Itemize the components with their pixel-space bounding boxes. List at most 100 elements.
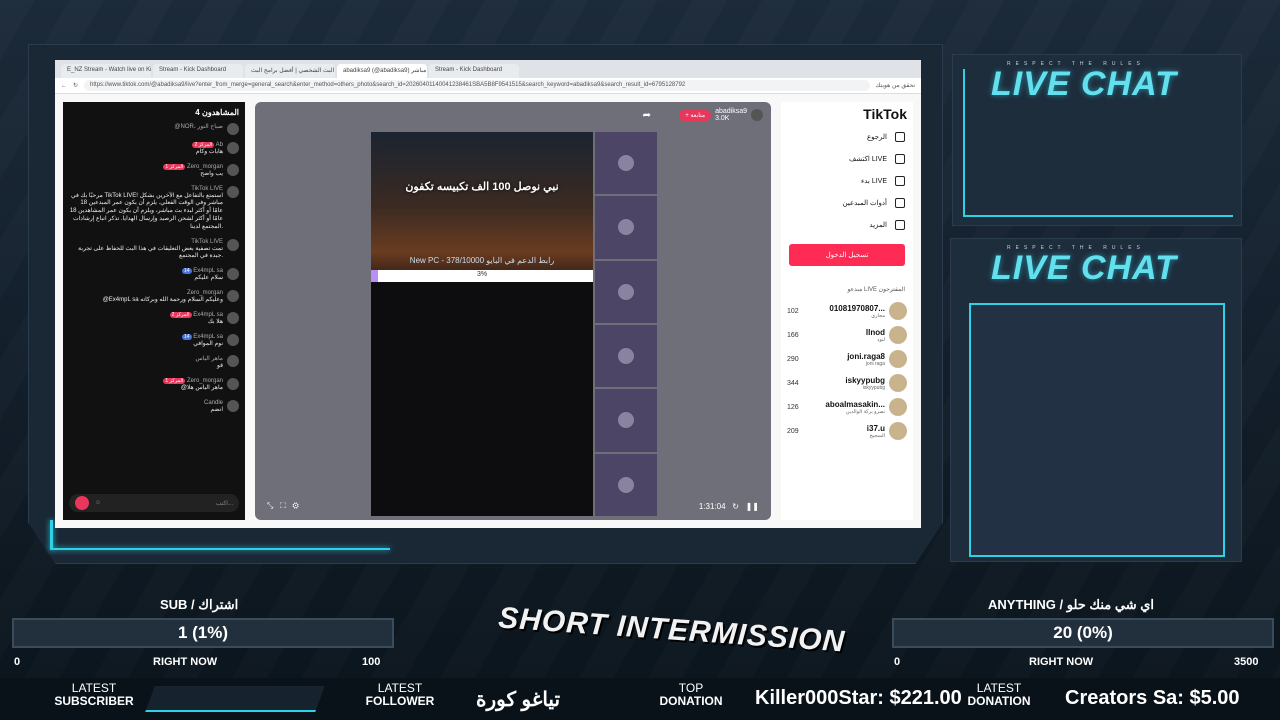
chat-message: المركز 1 Zero_morgan @ماهر الياس هلا <box>69 378 239 393</box>
chat-frame <box>969 303 1225 557</box>
chat-text: @ماهر الياس هلا <box>180 385 223 392</box>
sub-goal-now: RIGHT NOW <box>153 656 218 668</box>
chat-username[interactable]: TikTok LIVE <box>69 239 223 245</box>
live-icon <box>895 154 905 164</box>
address-input[interactable]: https://www.tiktok.com/@abadiksa9/live?e… <box>84 80 870 91</box>
chat-username[interactable]: ماهر الياس <box>69 355 223 362</box>
reload-icon[interactable]: ↻ <box>73 82 78 89</box>
browser-tab[interactable]: Stream - Kick Dashboard <box>429 64 519 78</box>
nav-back[interactable]: الرجوع <box>781 126 913 148</box>
back-icon[interactable]: ← <box>61 83 67 89</box>
guest-slot[interactable] <box>595 324 657 388</box>
suggested-creator[interactable]: 209 i37.u السحيح <box>781 419 913 443</box>
avatar[interactable] <box>227 378 239 391</box>
chat-username[interactable]: Candle <box>69 400 223 406</box>
anything-goal-max: 3500 <box>1234 656 1259 668</box>
avatar <box>889 302 907 320</box>
back-arrow-icon <box>895 132 905 142</box>
chat-username[interactable]: المركز 2 Ex4mpL sa <box>69 311 223 318</box>
fullscreen-icon[interactable]: ⛶ <box>280 501 286 510</box>
chat-username[interactable]: @NOR، صباح النور <box>69 123 223 130</box>
chat-frame <box>963 69 1233 217</box>
live-chat-box-bottom: RESPECT THE RULES LIVE CHAT <box>950 238 1242 562</box>
heart-icon[interactable] <box>75 496 89 510</box>
video-frame[interactable]: نبي نوصل 100 الف تكبيسه تكفون New PC - 3… <box>371 132 593 516</box>
avatar[interactable] <box>227 268 239 281</box>
settings-icon[interactable]: ⚙ <box>292 501 298 510</box>
chat-input[interactable]: اكتب... <box>107 500 233 507</box>
top-donation-label: TOP DONATION <box>659 681 723 709</box>
chat-username[interactable]: TikTok LIVE <box>69 186 223 192</box>
person-icon <box>618 219 634 236</box>
suggested-creator[interactable]: 166 llnod لنود <box>781 323 913 347</box>
stream-time: 1:31:04 <box>698 501 726 511</box>
avatar[interactable] <box>227 333 239 346</box>
nav-more[interactable]: المزيد <box>781 214 913 236</box>
latest-follower-value: تياغو كورة <box>476 689 561 711</box>
avatar[interactable] <box>227 142 239 154</box>
sub-goal-min: 0 <box>14 656 21 668</box>
guest-slots <box>595 132 657 516</box>
chat-text: مرحبًا بك في TikTok LIVE! استمتع بالتفاع… <box>69 192 223 230</box>
latest-donation-label: LATEST DONATION <box>967 681 1031 709</box>
follow-button[interactable]: + متابعة <box>679 109 712 121</box>
chat-message: ماهر الياس قو <box>69 355 239 371</box>
avatar[interactable] <box>227 289 239 302</box>
avatar <box>889 326 907 344</box>
creator-name: joni.raga8 <box>847 351 885 361</box>
browser-tab[interactable]: البث الشخصي | أفضل برامج البث <box>245 64 335 78</box>
emoji-icon[interactable]: ☺ <box>95 500 101 506</box>
guest-slot[interactable] <box>595 132 657 195</box>
anything-goal-now: RIGHT NOW <box>1029 656 1094 668</box>
browser-tab[interactable]: E_NZ Stream - Watch live on Kick <box>61 64 151 78</box>
collapse-icon[interactable]: ⤡ <box>267 501 273 510</box>
chat-username[interactable]: المركز 1 Zero_morgan <box>69 378 223 385</box>
profile-button[interactable]: تحقق من هويتك <box>876 82 916 89</box>
tools-icon <box>895 198 905 208</box>
avatar[interactable] <box>227 238 239 251</box>
browser-tab[interactable]: Stream - Kick Dashboard <box>153 64 243 78</box>
avatar <box>889 350 907 368</box>
creator-name: i37.u <box>866 423 885 433</box>
nav-go-live[interactable]: بدء LIVE <box>781 170 913 192</box>
chat-username[interactable]: Zero_morgan <box>69 290 223 296</box>
sub-goal-bar: 1 (1%) <box>12 618 394 648</box>
chat-username[interactable]: المركز 1 Zero_morgan <box>69 163 223 170</box>
refresh-icon[interactable]: ↻ <box>732 502 739 511</box>
nav-creator-tools[interactable]: أدوات المبدعين <box>781 192 913 214</box>
chat-username[interactable]: 14 Ex4mpL sa <box>69 333 223 340</box>
chat-heading: LIVE CHAT <box>991 249 1177 287</box>
login-button[interactable]: تسجيل الدخول <box>789 244 905 266</box>
avatar[interactable] <box>227 311 239 324</box>
avatar[interactable] <box>227 123 239 135</box>
suggested-creator[interactable]: 102 01081970807... مجاري <box>781 299 913 323</box>
browser-tab-active[interactable]: abadiksa9 (@abadiksa9) في بث مباشر <box>337 64 427 78</box>
avatar[interactable] <box>227 163 239 176</box>
pause-icon[interactable]: ❚❚ <box>746 502 759 511</box>
chat-username[interactable]: 14 Ex4mpL sa <box>69 268 223 275</box>
chat-message: 14 Ex4mpL sa سلام عليكم <box>69 268 239 283</box>
browser-window: E_NZ Stream - Watch live on Kick Stream … <box>55 60 921 528</box>
share-icon[interactable]: ➦ <box>643 110 651 121</box>
creator-subtitle: لنود <box>877 336 885 343</box>
avatar[interactable] <box>227 185 239 198</box>
guest-slot[interactable] <box>595 389 657 452</box>
suggested-creator[interactable]: 126 aboalmasakin... نصرو بركة الوالدين <box>781 395 913 419</box>
chat-text: تمت تصفية بعض التعليقات في هذا البث للحف… <box>78 245 223 260</box>
suggested-creator[interactable]: 344 iskyypubg iskyypubg <box>781 371 913 395</box>
chat-text: @Ex4mpL sa وعليكم السلام ورحمة الله وبرك… <box>102 296 223 303</box>
guest-slot[interactable] <box>595 260 657 323</box>
chat-title: 4 المشاهدون <box>69 106 239 123</box>
avatar[interactable] <box>751 109 763 121</box>
tiktok-logo[interactable]: TikTok <box>781 102 913 126</box>
suggested-creator[interactable]: 290 joni.raga8 joni raga <box>781 347 913 371</box>
bottom-ticker: LATEST SUBSCRIBER LATEST FOLLOWER تياغو كو… <box>0 678 1280 720</box>
avatar[interactable] <box>227 355 239 368</box>
more-icon <box>895 220 905 230</box>
chat-message: Zero_morgan @Ex4mpL sa وعليكم السلام ورحم… <box>69 289 239 305</box>
person-icon <box>618 348 634 365</box>
chat-username[interactable]: المركز 2 Ab <box>69 142 223 148</box>
nav-explore-live[interactable]: اكتشف LIVE <box>781 148 913 170</box>
avatar[interactable] <box>227 399 239 412</box>
guest-slot[interactable] <box>595 196 657 259</box>
